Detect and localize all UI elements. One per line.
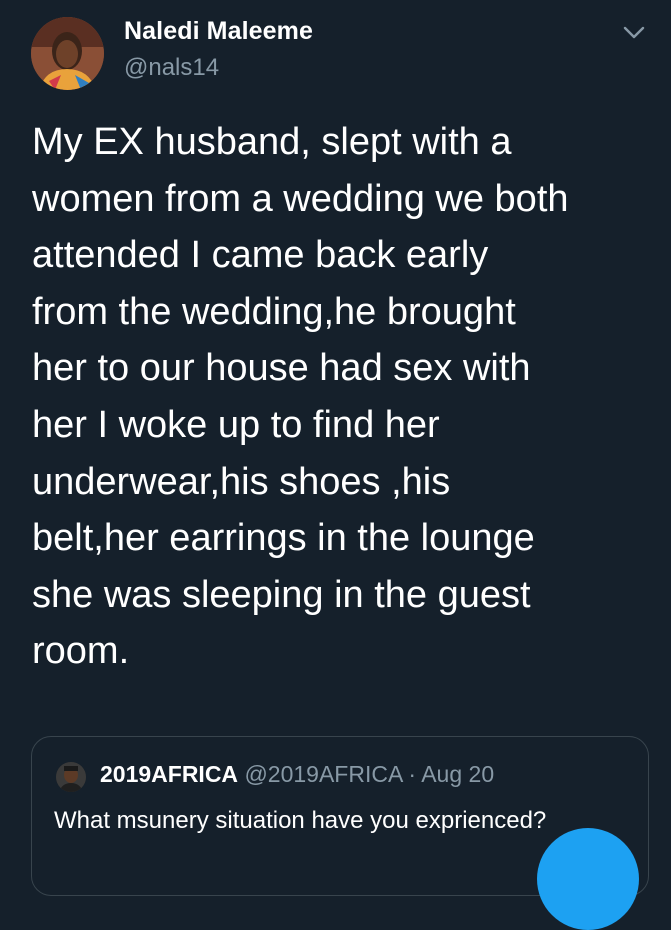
display-name[interactable]: Naledi Maleeme — [124, 17, 313, 46]
quoted-date: Aug 20 — [421, 761, 495, 787]
username-handle[interactable]: @nals14 — [124, 54, 219, 82]
quoted-tweet-header: 2019AFRICA @2019AFRICA · Aug 20 — [100, 761, 494, 788]
dot-separator: · — [408, 761, 417, 787]
user-photo — [31, 17, 104, 90]
tweet: Naledi Maleeme @nals14 My EX husband, sl… — [0, 0, 671, 930]
compose-button[interactable] — [537, 828, 639, 930]
chevron-down-icon[interactable] — [620, 22, 648, 44]
quoted-avatar — [56, 762, 86, 792]
avatar[interactable] — [31, 17, 104, 90]
quoted-display-name: 2019AFRICA — [100, 761, 239, 787]
quoted-handle: @2019AFRICA — [244, 761, 403, 787]
quoted-tweet-text: What msunery situation have you exprienc… — [54, 807, 547, 834]
tweet-text: My EX husband, slept with a women from a… — [32, 121, 569, 673]
